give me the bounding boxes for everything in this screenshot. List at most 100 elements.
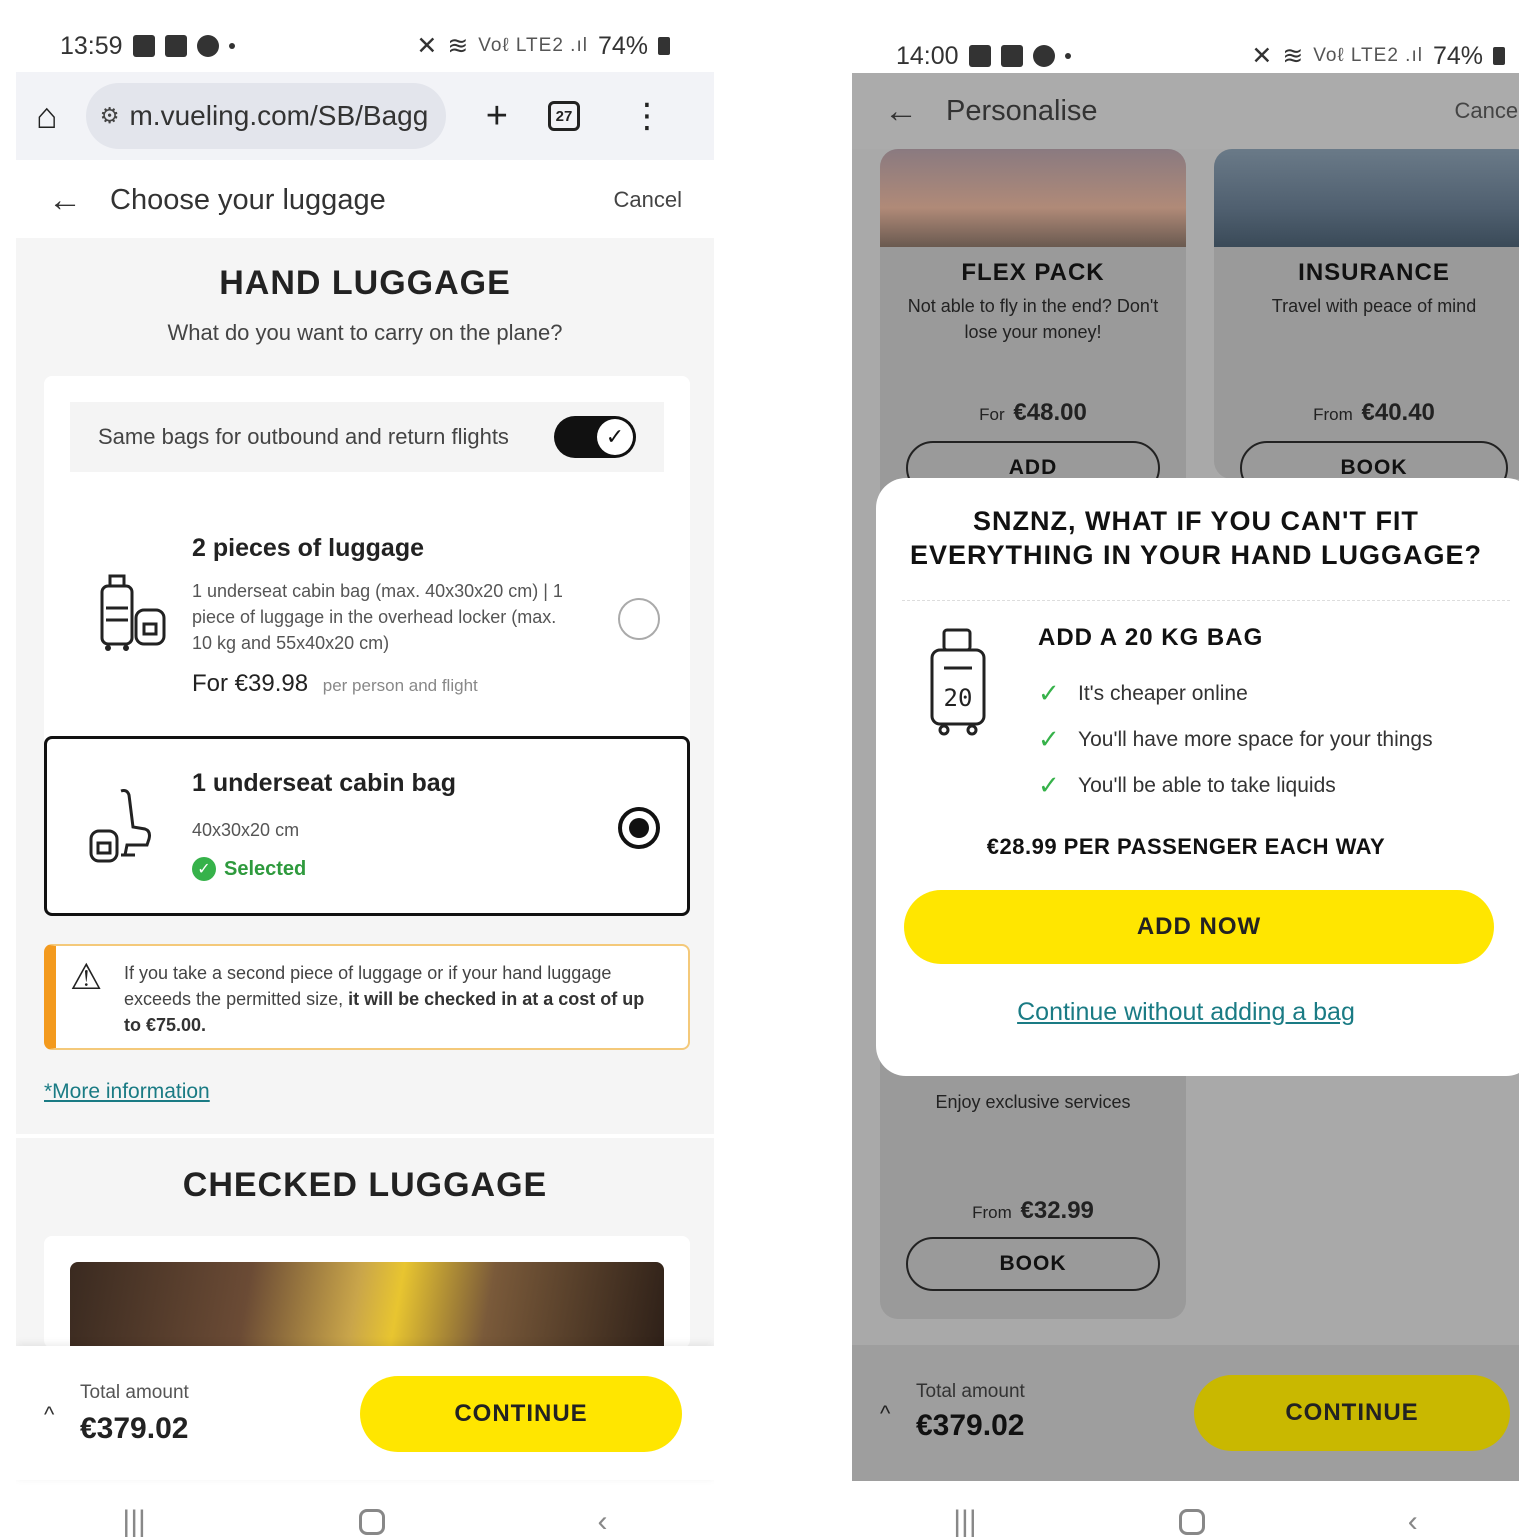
tabs-icon[interactable]: 27 [547,101,580,131]
android-nav-bar: ||| ‹ [852,1492,1519,1539]
conveyor-belt-image [70,1262,664,1348]
recent-apps-icon[interactable]: ||| [122,1505,145,1539]
suitcase-weight-label: 20 [944,684,973,712]
product-title: INSURANCE [1298,259,1450,286]
notification-dot-icon [228,43,235,49]
suitcase-20-icon: 20 [930,628,986,736]
price-value: €40.40 [1361,399,1435,426]
same-bags-toggle[interactable]: ✓ [554,416,636,458]
home-button-icon[interactable] [1179,1509,1206,1535]
settings-icon [196,35,219,57]
home-icon[interactable]: ⌂ [36,95,58,137]
mute-icon: ✕ [1251,42,1273,70]
check-icon: ✓ [1038,770,1060,800]
bag-price: €28.99 PER PASSENGER EACH WAY [986,834,1386,859]
flex-pack-image [880,149,1186,247]
continue-button[interactable]: CONTINUE [360,1376,682,1452]
page-header: ← Personalise Cancel [852,73,1519,149]
benefit-item: ✓ It's cheaper online [1038,678,1248,709]
wifi-icon: ≋ [1282,42,1304,70]
benefit-item: ✓ You'll be able to take liquids [1038,770,1336,801]
product-card-insurance: INSURANCE Travel with peace of mind From… [1214,149,1519,479]
gallery-icon [968,45,991,67]
checked-luggage-card [44,1236,690,1348]
price-prefix: From [1313,405,1353,424]
cancel-link[interactable]: Cancel [614,187,682,213]
caret-up-icon[interactable]: ^ [880,1401,890,1427]
option-title: 2 pieces of luggage [192,534,425,562]
recent-apps-icon[interactable]: ||| [953,1505,976,1539]
same-bags-label: Same bags for outbound and return flight… [98,424,509,449]
insurance-image [1214,149,1519,247]
luggage-icon [100,574,166,651]
option-description: 40x30x20 cm [192,820,300,840]
nav-back-icon[interactable]: ‹ [1408,1505,1418,1539]
gallery-icon [132,35,155,57]
price-prefix: For [979,405,1005,424]
home-button-icon[interactable] [358,1509,385,1535]
nav-back-icon[interactable]: ‹ [598,1505,608,1539]
back-arrow-icon[interactable]: ← [884,92,946,131]
address-bar[interactable]: ⚙ m.vueling.com/SB/Bagg [85,83,446,149]
youtube-icon [1000,45,1023,67]
check-icon: ✓ [1038,724,1060,754]
new-tab-plus-icon[interactable]: + [486,97,508,135]
product-price: From €40.40 [1214,399,1519,427]
right-phone-screen: 14:00 ✕ ≋ Voℓ LTE2 .ıl 74% ← Personalise… [852,0,1519,1539]
checked-luggage-title: CHECKED LUGGAGE [182,1166,548,1204]
cancel-link[interactable]: Cancel [1455,98,1519,124]
total-amount-value: €379.02 [916,1409,1025,1442]
back-arrow-icon[interactable]: ← [48,181,110,220]
product-price: From €32.99 [880,1197,1186,1225]
check-icon: ✓ [597,419,633,455]
warning-icon: ⚠ [70,956,103,997]
book-insurance-button[interactable]: BOOK [1240,441,1508,479]
same-bags-row: Same bags for outbound and return flight… [70,402,664,472]
benefit-text: You'll have more space for your things [1078,727,1433,751]
kebab-menu-icon[interactable]: ⋮ [630,99,664,133]
price-value: €32.99 [1020,1197,1094,1224]
battery-level: 74% [1432,41,1483,70]
mute-icon: ✕ [416,32,438,60]
more-information-link[interactable]: *More information [44,1080,210,1104]
total-amount-label: Total amount [80,1382,189,1403]
oversize-warning: ⚠ If you take a second piece of luggage … [44,944,690,1050]
browser-toolbar: ⌂ ⚙ m.vueling.com/SB/Bagg + 27 ⋮ [16,72,714,160]
book-vip-button[interactable]: BOOK [906,1237,1160,1291]
bottom-summary-bar: ^ Total amount €379.02 CONTINUE [16,1346,714,1480]
caret-up-icon[interactable]: ^ [44,1402,54,1428]
signal-indicator: Voℓ LTE2 .ıl [1313,45,1423,66]
benefit-item: ✓ You'll have more space for your things [1038,724,1433,755]
product-description: Enjoy exclusive services [935,1092,1131,1112]
hand-luggage-title: HAND LUGGAGE [219,264,511,302]
product-price: For €48.00 [880,399,1186,427]
option-radio-selected[interactable] [618,807,660,849]
android-nav-bar: ||| ‹ [16,1492,714,1539]
continue-button[interactable]: CONTINUE [1194,1375,1510,1451]
modal-title: SNZNZ, WHAT IF YOU CAN'T FIT EVERYTHING … [909,506,1483,570]
option-price-note: per person and flight [322,676,478,695]
option-price-value: For €39.98 [192,670,309,697]
product-description: Not able to fly in the end? Don't lose y… [907,296,1159,342]
modal-divider [902,600,1510,601]
option-two-pieces[interactable]: 2 pieces of luggage 1 underseat cabin ba… [44,516,690,726]
benefit-text: It's cheaper online [1078,681,1248,705]
status-time: 13:59 [60,31,123,60]
battery-level: 74% [597,31,648,60]
tune-icon[interactable]: ⚙ [100,103,120,129]
add-now-button[interactable]: ADD NOW [904,890,1494,964]
youtube-icon [164,35,187,57]
product-title: FLEX PACK [961,259,1105,286]
benefit-text: You'll be able to take liquids [1078,773,1336,797]
add-bag-modal: SNZNZ, WHAT IF YOU CAN'T FIT EVERYTHING … [876,478,1519,1076]
wifi-icon: ≋ [447,32,469,60]
continue-without-bag-link[interactable]: Continue without adding a bag [876,998,1496,1027]
signal-indicator: Voℓ LTE2 .ıl [478,35,588,56]
battery-icon [1493,47,1505,65]
page-title: Choose your luggage [110,183,386,216]
option-one-underseat[interactable]: 1 underseat cabin bag 40x30x20 cm ✓ Sele… [44,736,690,916]
product-description: Travel with peace of mind [1271,296,1477,316]
option-radio[interactable] [618,598,660,640]
settings-icon [1032,45,1055,67]
notification-dot-icon [1064,53,1071,59]
